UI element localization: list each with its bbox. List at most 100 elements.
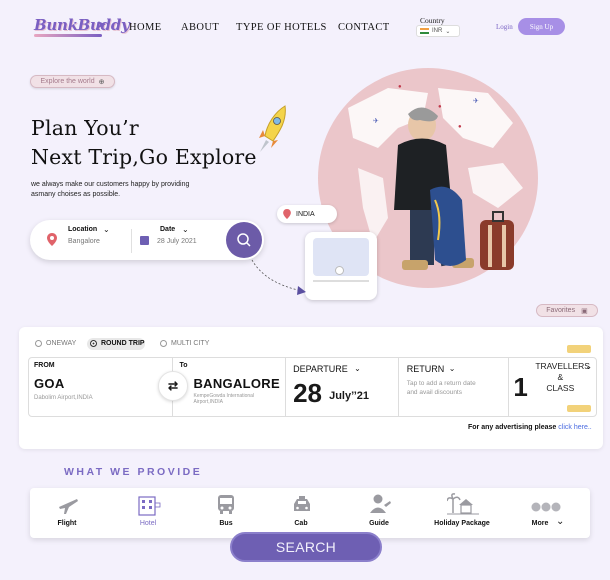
search-button[interactable]: SEARCH bbox=[230, 532, 382, 562]
search-submit-button[interactable] bbox=[226, 222, 262, 258]
service-flight[interactable]: Flight bbox=[27, 520, 107, 527]
travellers-chevron-icon: ⌄ bbox=[585, 362, 593, 371]
to-city: BANGALORE bbox=[193, 376, 280, 391]
bus-icon[interactable] bbox=[215, 493, 237, 515]
india-flag-icon bbox=[420, 28, 429, 34]
dashed-arrow-icon bbox=[251, 259, 306, 295]
destination-pill[interactable]: INDIA bbox=[277, 205, 337, 223]
nav-contact[interactable]: CONTACT bbox=[338, 22, 390, 33]
destination-preview-card[interactable] bbox=[305, 232, 377, 300]
advertising-link[interactable]: click here.. bbox=[558, 424, 591, 431]
hero-subtitle-line1: we always make our customers happy by pr… bbox=[31, 181, 190, 188]
booking-fields: FROM GOA Dabolim Airport,INDIA To BANGAL… bbox=[28, 345, 597, 417]
location-pin-icon bbox=[283, 209, 291, 219]
trip-oneway-option[interactable]: ONEWAY bbox=[35, 340, 76, 347]
date-chevron-icon[interactable]: ⌄ bbox=[182, 225, 189, 234]
signup-button[interactable]: Sign Up bbox=[518, 18, 565, 35]
travellers-label-line1: TRAVELLERS bbox=[535, 361, 590, 371]
service-guide[interactable]: Guide bbox=[339, 520, 419, 527]
service-bus[interactable]: Bus bbox=[186, 520, 266, 527]
departure-day: 28 bbox=[293, 378, 323, 408]
country-select[interactable]: INR ⌄ bbox=[416, 25, 460, 37]
chevron-down-icon: ⌄ bbox=[445, 28, 451, 35]
traveller-illustration bbox=[394, 107, 514, 270]
destination-name: INDIA bbox=[296, 210, 315, 218]
service-cab[interactable]: Cab bbox=[261, 520, 341, 527]
hero-title: Plan You’r Next Trip,Go Explore bbox=[31, 114, 257, 172]
location-chevron-icon[interactable]: ⌄ bbox=[103, 225, 110, 234]
cab-icon[interactable] bbox=[291, 495, 313, 515]
from-airport: Dabolim Airport,INDIA bbox=[34, 395, 93, 401]
to-field[interactable]: To BANGALORE KempeGowda International Ai… bbox=[173, 358, 287, 416]
location-pin-icon bbox=[47, 233, 57, 246]
more-chevron-icon[interactable]: ⌄ bbox=[556, 516, 564, 527]
return-label: RETURN bbox=[406, 364, 445, 374]
search-icon bbox=[237, 233, 251, 247]
date-value[interactable]: 28 July 2021 bbox=[157, 238, 197, 245]
advertising-text: For any advertising please bbox=[468, 424, 559, 431]
hero-title-line1: Plan You’r bbox=[31, 116, 139, 140]
travellers-label-line3: CLASS bbox=[546, 383, 575, 393]
return-chevron-icon: ⌄ bbox=[448, 364, 456, 373]
multi-city-label: MULTI CITY bbox=[171, 340, 210, 347]
from-city: GOA bbox=[34, 376, 65, 391]
explore-world-pill[interactable]: Explore the world ⊕ bbox=[30, 75, 115, 88]
from-field[interactable]: FROM GOA Dabolim Airport,INDIA bbox=[29, 358, 174, 416]
return-field[interactable]: RETURN ⌄ Tap to add a return date and av… bbox=[399, 358, 510, 416]
rocket-icon bbox=[259, 105, 286, 152]
trip-multi-city-option[interactable]: MULTI CITY bbox=[160, 340, 209, 347]
hero-subtitle-line2: asmany choises as possible. bbox=[31, 190, 121, 198]
service-hotel[interactable]: Hotel bbox=[108, 520, 188, 527]
logo-underline bbox=[34, 34, 102, 37]
to-label: To bbox=[179, 362, 188, 369]
service-holiday-package[interactable]: Holiday Package bbox=[422, 520, 502, 527]
location-value[interactable]: Bangalore bbox=[68, 238, 100, 245]
date-label: Date bbox=[160, 226, 176, 233]
hero-title-line2: Next Trip,Go Explore bbox=[31, 145, 257, 169]
round-trip-radio[interactable] bbox=[90, 340, 97, 347]
return-hint-line1: Tap to add a return date bbox=[406, 380, 476, 387]
guide-icon[interactable] bbox=[368, 493, 392, 515]
more-dots-icon[interactable] bbox=[531, 501, 561, 513]
currency-value: INR bbox=[432, 28, 443, 34]
video-progress[interactable] bbox=[313, 280, 369, 282]
to-airport-line2: Airport,INDIA bbox=[193, 399, 223, 405]
departure-field[interactable]: DEPARTURE ⌄ 28 July’’21 bbox=[286, 358, 399, 416]
explore-pill-label: Explore the world bbox=[40, 78, 95, 85]
travellers-label-line2: & bbox=[557, 372, 564, 382]
holiday-package-icon[interactable] bbox=[447, 493, 479, 515]
favorites-button[interactable]: Favorites ▣ bbox=[536, 304, 598, 317]
swap-arrows-icon: ⇄ bbox=[167, 379, 179, 393]
offer-badge bbox=[567, 345, 592, 353]
departure-chevron-icon: ⌄ bbox=[354, 364, 361, 373]
nav-about[interactable]: ABOUT bbox=[181, 22, 219, 33]
travellers-label: TRAVELLERS & CLASS bbox=[535, 361, 590, 394]
hero-subtitle: we always make our customers happy by pr… bbox=[31, 180, 231, 199]
flight-icon[interactable] bbox=[57, 496, 79, 516]
compass-icon: ⊕ bbox=[98, 78, 105, 86]
brand-logo[interactable]: BunkBuddy bbox=[34, 16, 130, 34]
travellers-class-field[interactable]: 1 TRAVELLERS & CLASS ⌄ bbox=[509, 345, 596, 416]
calendar-icon bbox=[140, 236, 149, 245]
nav-type-of-hotels[interactable]: TYPE OF HOTELS bbox=[236, 22, 327, 33]
oneway-label: ONEWAY bbox=[46, 340, 77, 347]
login-link[interactable]: Login bbox=[496, 23, 513, 31]
oneway-radio[interactable] bbox=[35, 340, 42, 347]
round-trip-label: ROUND TRIP bbox=[101, 340, 145, 347]
multi-city-radio[interactable] bbox=[160, 340, 167, 347]
nav-home[interactable]: HOME bbox=[129, 22, 162, 33]
location-label: Location bbox=[68, 226, 98, 233]
svg-text:●: ● bbox=[398, 84, 402, 90]
service-more[interactable]: More bbox=[500, 520, 580, 527]
favorites-label: Favorites bbox=[546, 307, 576, 314]
travellers-count: 1 bbox=[513, 372, 528, 402]
return-hint-line2: and avail discounts bbox=[406, 389, 462, 396]
play-icon[interactable] bbox=[335, 266, 344, 275]
trip-round-option[interactable]: ROUND TRIP bbox=[90, 340, 145, 347]
departure-month: July’’21 bbox=[329, 390, 370, 402]
from-label: FROM bbox=[34, 362, 55, 369]
hotel-icon[interactable] bbox=[137, 494, 161, 516]
swap-cities-button[interactable]: ⇄ bbox=[158, 371, 188, 401]
departure-label: DEPARTURE bbox=[293, 364, 348, 374]
svg-text:✈: ✈ bbox=[373, 118, 379, 125]
